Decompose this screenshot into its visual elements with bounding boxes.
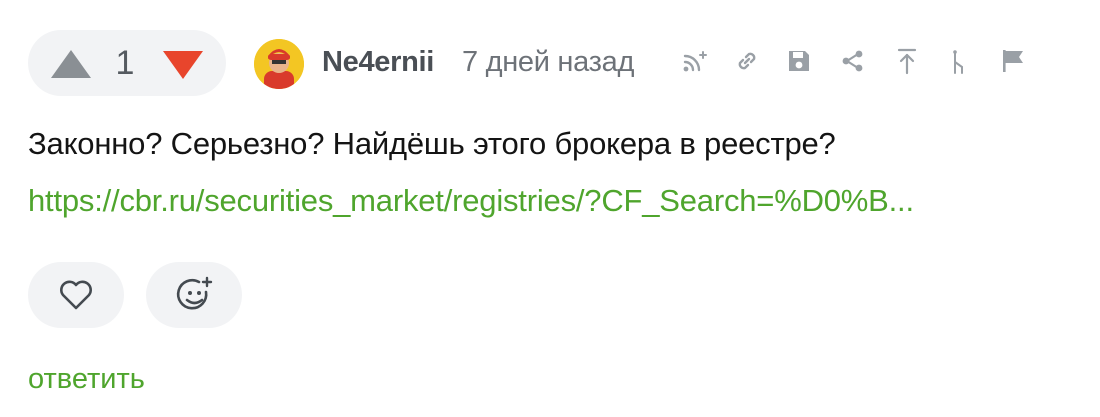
share-icon[interactable] [838,46,868,76]
add-reaction-button[interactable] [146,262,242,328]
add-emoji-icon [176,276,213,310]
rss-icon[interactable] [680,46,710,76]
arrow-up-icon[interactable] [892,46,922,76]
heart-icon [60,280,92,310]
upvote-icon[interactable] [50,48,92,80]
save-icon[interactable] [784,46,814,76]
like-button[interactable] [28,262,124,328]
avatar[interactable] [254,39,304,89]
author-name[interactable]: Ne4ernii [322,43,434,81]
flag-icon[interactable] [998,46,1028,76]
vote-count: 1 [115,44,135,82]
comment-timestamp[interactable]: 7 дней назад [462,43,634,81]
vote-control: 1 [28,30,226,96]
branch-icon[interactable] [944,46,974,76]
reply-link[interactable]: ответить [28,361,145,397]
comment-link[interactable]: https://cbr.ru/securities_market/registr… [28,181,914,221]
comment-text: Законно? Серьезно? Найдёшь этого брокера… [28,126,836,161]
link-icon[interactable] [732,46,762,76]
downvote-icon[interactable] [162,49,204,81]
